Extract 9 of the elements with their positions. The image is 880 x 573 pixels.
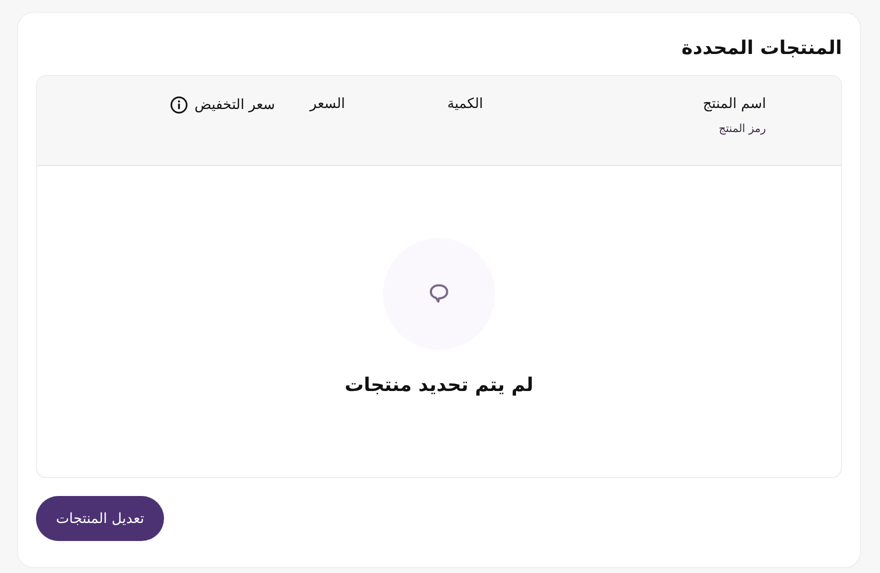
edit-products-button[interactable]: تعديل المنتجات xyxy=(36,496,164,541)
info-icon[interactable] xyxy=(170,96,188,114)
column-header: اسم المنتج xyxy=(702,96,766,112)
column-header: الكمية xyxy=(447,96,483,112)
column-header: سعر التخفيض xyxy=(194,97,275,113)
section-title: المنتجات المحددة xyxy=(680,36,842,61)
empty-message: لم يتم تحديد منتجات xyxy=(344,374,534,396)
column-header: السعر xyxy=(310,96,345,112)
column-subheader: رمز المنتج xyxy=(718,122,766,135)
